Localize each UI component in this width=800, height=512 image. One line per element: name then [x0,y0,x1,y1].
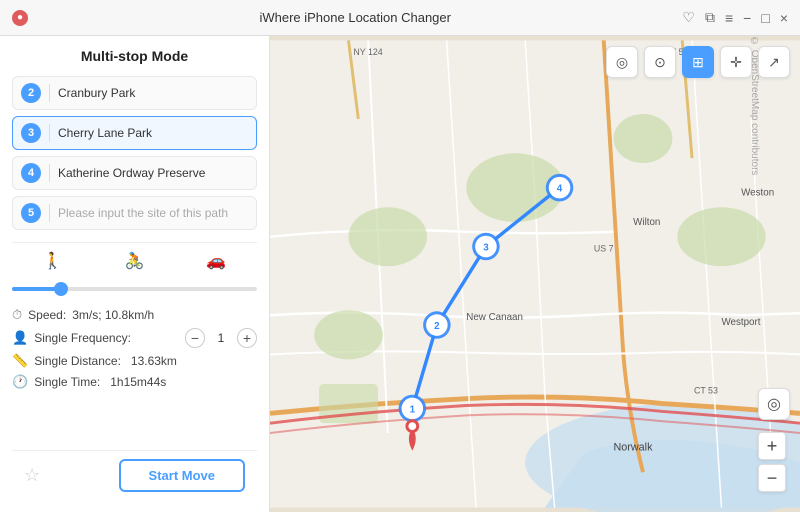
speed-info-row: ⏱ Speed: 3m/s; 10.8km/h [12,307,257,323]
svg-text:Wilton: Wilton [633,217,660,228]
frequency-controls: − 1 + [185,328,257,348]
svg-text:New Canaan: New Canaan [466,312,523,323]
svg-text:US 7: US 7 [594,243,614,253]
app-title: iWhere iPhone Location Changer [36,10,674,25]
bottom-bar: ☆ Start Move [12,450,257,500]
panel-title: Multi-stop Mode [12,48,257,64]
heart-icon[interactable]: ♡ [682,9,695,26]
stop-divider-4 [49,164,50,182]
stop-divider [49,84,50,102]
drive-mode-icon[interactable]: 🚗 [175,251,257,271]
titlebar: ● iWhere iPhone Location Changer ♡ ⧉ ≡ −… [0,0,800,36]
stop-item-2[interactable]: 2 Cranbury Park [12,76,257,110]
time-label: Single Time: [34,375,100,389]
stop-badge-4: 4 [21,163,41,183]
time-icon: 🕐 [12,374,28,390]
distance-icon: 📏 [12,353,28,369]
speed-section: 🚶 🚴 🚗 ⏱ Speed: 3m/s; 10.8km/h 👤 Single F… [12,242,257,395]
stop-list: 2 Cranbury Park 3 Cherry Lane Park 4 Kat… [12,76,257,230]
stop-badge-3: 3 [21,123,41,143]
crosshair-btn[interactable]: ✛ [720,46,752,78]
bike-mode-icon[interactable]: 🚴 [94,251,176,271]
settings-btn[interactable]: ⊙ [644,46,676,78]
stop-badge-5: 5 [21,203,41,223]
svg-text:1: 1 [410,404,416,415]
start-move-button[interactable]: Start Move [119,459,245,492]
frequency-minus-btn[interactable]: − [185,328,205,348]
map-top-controls: ◎ ⊙ ⊞ ✛ ↗ [606,46,790,78]
svg-text:3: 3 [483,242,489,253]
stop-item-5[interactable]: 5 Please input the site of this path [12,196,257,230]
svg-text:CT 53: CT 53 [694,386,718,396]
tile-icon[interactable]: ⧉ [705,9,715,26]
speed-slider[interactable] [12,279,257,299]
stop-badge-2: 2 [21,83,41,103]
stop-item-4[interactable]: 4 Katherine Ordway Preserve [12,156,257,190]
speed-icon: ⏱ [12,307,22,323]
time-row: 🕐 Single Time: 1h15m44s [12,374,257,390]
stop-name-4: Katherine Ordway Preserve [58,166,248,180]
distance-value: 13.63km [131,354,177,368]
stop-divider-5 [49,204,50,222]
route-btn[interactable]: ⊞ [682,46,714,78]
left-panel: Multi-stop Mode 2 Cranbury Park 3 Cherry… [0,36,270,512]
frequency-value: 1 [213,331,229,345]
speed-label: Speed: [28,308,66,322]
zoom-out-btn[interactable]: − [758,464,786,492]
svg-text:2: 2 [434,321,440,332]
walk-mode-icon[interactable]: 🚶 [12,251,94,271]
distance-row: 📏 Single Distance: 13.63km [12,353,257,369]
time-value: 1h15m44s [110,375,166,389]
map-bottom-controls: ◎ + − [758,388,790,492]
slider-thumb[interactable] [54,282,68,296]
minimize-icon[interactable]: − [743,10,751,26]
svg-text:Norwalk: Norwalk [614,442,654,454]
svg-text:NY 124: NY 124 [353,47,382,57]
main-content: Multi-stop Mode 2 Cranbury Park 3 Cherry… [0,36,800,512]
speed-value: 3m/s; 10.8km/h [72,308,154,322]
frequency-icon: 👤 [12,330,28,346]
export-btn[interactable]: ↗ [758,46,790,78]
stop-item-3[interactable]: 3 Cherry Lane Park [12,116,257,150]
frequency-row: 👤 Single Frequency: − 1 + [12,328,257,348]
menu-icon[interactable]: ≡ [725,10,733,26]
slider-track [12,287,257,291]
close-icon[interactable]: × [780,10,788,26]
locate-btn[interactable]: ◎ [606,46,638,78]
map-area: Wilton Weston New Canaan Westport Norwal… [270,36,800,512]
mode-icons: 🚶 🚴 🚗 [12,251,257,271]
stop-name-2: Cranbury Park [58,86,248,100]
app-icon: ● [12,10,28,26]
stop-placeholder-5: Please input the site of this path [58,206,248,220]
stop-name-3: Cherry Lane Park [58,126,248,140]
zoom-in-btn[interactable]: + [758,432,786,460]
stop-divider-3 [49,124,50,142]
maximize-icon[interactable]: □ [761,10,769,26]
frequency-plus-btn[interactable]: + [237,328,257,348]
window-controls: ♡ ⧉ ≡ − □ × [682,9,788,26]
frequency-label: Single Frequency: [34,331,131,345]
map-svg: Wilton Weston New Canaan Westport Norwal… [270,36,800,512]
map-location-btn[interactable]: ◎ [758,388,790,420]
distance-label: Single Distance: [34,354,121,368]
svg-text:4: 4 [557,184,563,195]
favorite-icon[interactable]: ☆ [24,465,40,486]
